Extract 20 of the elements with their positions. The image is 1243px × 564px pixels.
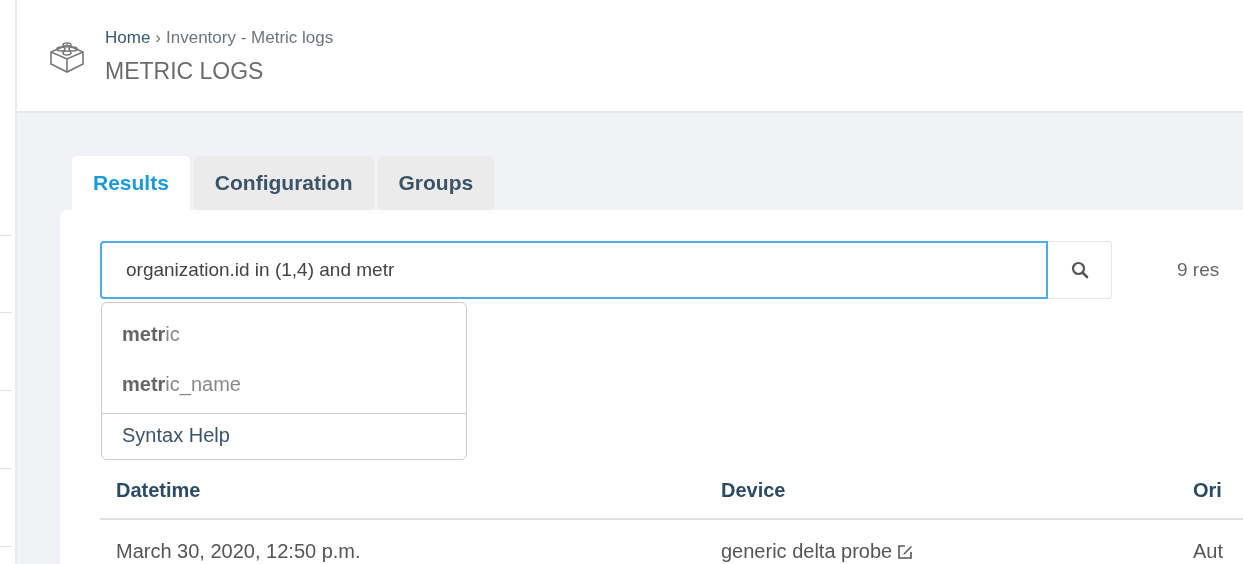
breadcrumb-link[interactable]: Home [105, 28, 151, 48]
suggestion-item[interactable]: metric_name [102, 359, 466, 409]
search-icon [1070, 261, 1089, 279]
table-cell: March 30, 2020, 12:50 p.m. [100, 519, 705, 563]
breadcrumb-separator: › [155, 28, 162, 48]
tab[interactable]: Groups [377, 156, 495, 210]
table-cell: Aut [1177, 519, 1243, 563]
syntax-help-link[interactable]: Syntax Help [102, 413, 466, 459]
search-field[interactable]: organization.id in (1,4) and metr [100, 241, 1048, 299]
column-header[interactable]: Datetime [100, 469, 705, 519]
suggestion-item[interactable]: metric [102, 309, 466, 359]
tab[interactable]: Configuration [193, 156, 374, 210]
page-title: METRIC LOGS [105, 58, 265, 85]
search-button[interactable] [1048, 241, 1112, 299]
device-link[interactable]: generic delta probe [721, 540, 893, 563]
breadcrumb-item: Inventory - Metric logs [166, 28, 334, 48]
result-count: 9 res [1177, 259, 1220, 281]
column-header[interactable]: Device [705, 469, 1177, 519]
column-header[interactable]: Ori [1177, 469, 1243, 519]
edit-icon[interactable] [896, 542, 915, 561]
